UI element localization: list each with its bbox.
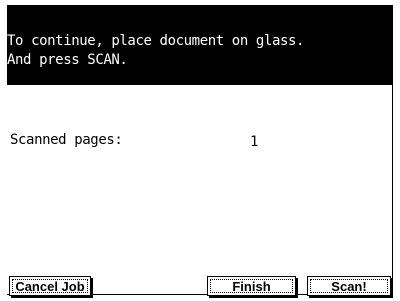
finish-button[interactable]: Finish xyxy=(207,276,296,296)
instruction-banner: To continue, place document on glass. An… xyxy=(7,5,393,85)
instruction-line-1: To continue, place document on glass. xyxy=(7,33,305,49)
scanned-pages-label: Scanned pages: xyxy=(10,132,123,148)
scanned-pages-count: 1 xyxy=(250,134,259,150)
finish-label: Finish xyxy=(210,279,293,294)
scan-label: Scan! xyxy=(310,279,388,294)
cancel-job-button[interactable]: Cancel Job xyxy=(9,276,91,296)
cancel-job-label: Cancel Job xyxy=(12,279,88,294)
scan-dialog: To continue, place document on glass. An… xyxy=(7,5,393,296)
instruction-line-2: And press SCAN. xyxy=(7,52,128,68)
scan-button[interactable]: Scan! xyxy=(307,276,391,296)
